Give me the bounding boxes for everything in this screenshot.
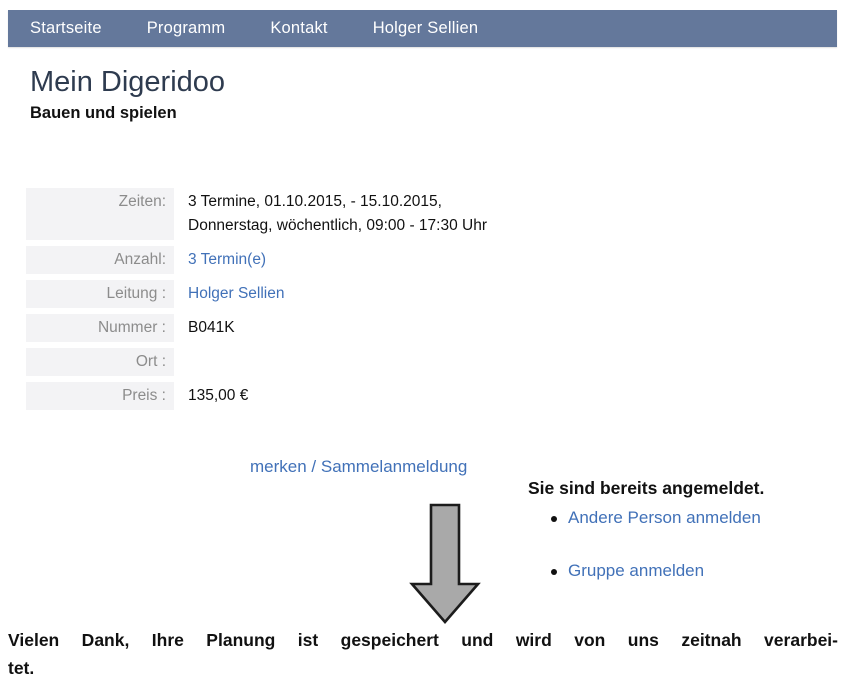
- leitung-link[interactable]: Holger Sellien: [188, 285, 285, 302]
- list-item: Andere Person anmelden: [568, 508, 828, 528]
- nav-item-programm[interactable]: Programm: [147, 19, 226, 38]
- registration-status-text: Sie sind bereits angemeldet.: [528, 478, 828, 499]
- down-arrow-icon: [408, 502, 482, 631]
- table-row-nummer: Nummer : B041K: [26, 311, 594, 345]
- course-detail-page: Startseite Programm Kontakt Holger Selli…: [0, 0, 844, 686]
- andere-person-anmelden-link[interactable]: Andere Person anmelden: [568, 508, 761, 527]
- merken-sammelanmeldung-link[interactable]: merken / Sammelanmeldung: [250, 457, 467, 477]
- nav-item-startseite[interactable]: Startseite: [30, 19, 102, 38]
- row-label-zeiten: Zeiten:: [26, 188, 174, 243]
- page-subtitle: Bauen und spielen: [30, 104, 177, 123]
- row-value-zeiten: 3 Termine, 01.10.2015, - 15.10.2015, Don…: [174, 188, 594, 243]
- zeiten-line1: 3 Termine, 01.10.2015, - 15.10.2015,: [188, 190, 594, 214]
- table-row-preis: Preis : 135,00 €: [26, 379, 594, 413]
- nav-item-holger-sellien[interactable]: Holger Sellien: [373, 19, 479, 38]
- row-label-leitung: Leitung :: [26, 277, 174, 311]
- gruppe-anmelden-link[interactable]: Gruppe anmelden: [568, 561, 704, 580]
- confirmation-message: Vielen Dank, Ihre Planung ist gespeicher…: [8, 626, 838, 682]
- course-details-table: Zeiten: 3 Termine, 01.10.2015, - 15.10.2…: [26, 188, 594, 416]
- zeiten-line2: Donnerstag, wöchentlich, 09:00 - 17:30 U…: [188, 214, 594, 238]
- nav-item-kontakt[interactable]: Kontakt: [270, 19, 327, 38]
- row-label-preis: Preis :: [26, 379, 174, 413]
- row-value-nummer: B041K: [174, 311, 594, 345]
- bullet-icon: [551, 569, 557, 575]
- row-value-ort: [174, 345, 594, 379]
- termine-link[interactable]: 3 Termin(e): [188, 251, 266, 268]
- row-value-preis: 135,00 €: [174, 379, 594, 413]
- row-label-nummer: Nummer :: [26, 311, 174, 345]
- bullet-icon: [551, 516, 557, 522]
- row-label-anzahl: Anzahl:: [26, 243, 174, 277]
- top-navbar: Startseite Programm Kontakt Holger Selli…: [8, 10, 837, 47]
- row-label-ort: Ort :: [26, 345, 174, 379]
- confirmation-line1: Vielen Dank, Ihre Planung ist gespeicher…: [8, 626, 838, 654]
- list-item: Gruppe anmelden: [568, 561, 828, 581]
- table-row-zeiten: Zeiten: 3 Termine, 01.10.2015, - 15.10.2…: [26, 188, 594, 243]
- table-row-leitung: Leitung : Holger Sellien: [26, 277, 594, 311]
- table-row-ort: Ort :: [26, 345, 594, 379]
- registration-links-list: Andere Person anmelden Gruppe anmelden: [528, 508, 828, 581]
- registration-block: Sie sind bereits angemeldet. Andere Pers…: [528, 478, 828, 614]
- page-title: Mein Digeridoo: [30, 66, 225, 99]
- confirmation-line2: tet.: [8, 654, 838, 682]
- table-row-anzahl: Anzahl: 3 Termin(e): [26, 243, 594, 277]
